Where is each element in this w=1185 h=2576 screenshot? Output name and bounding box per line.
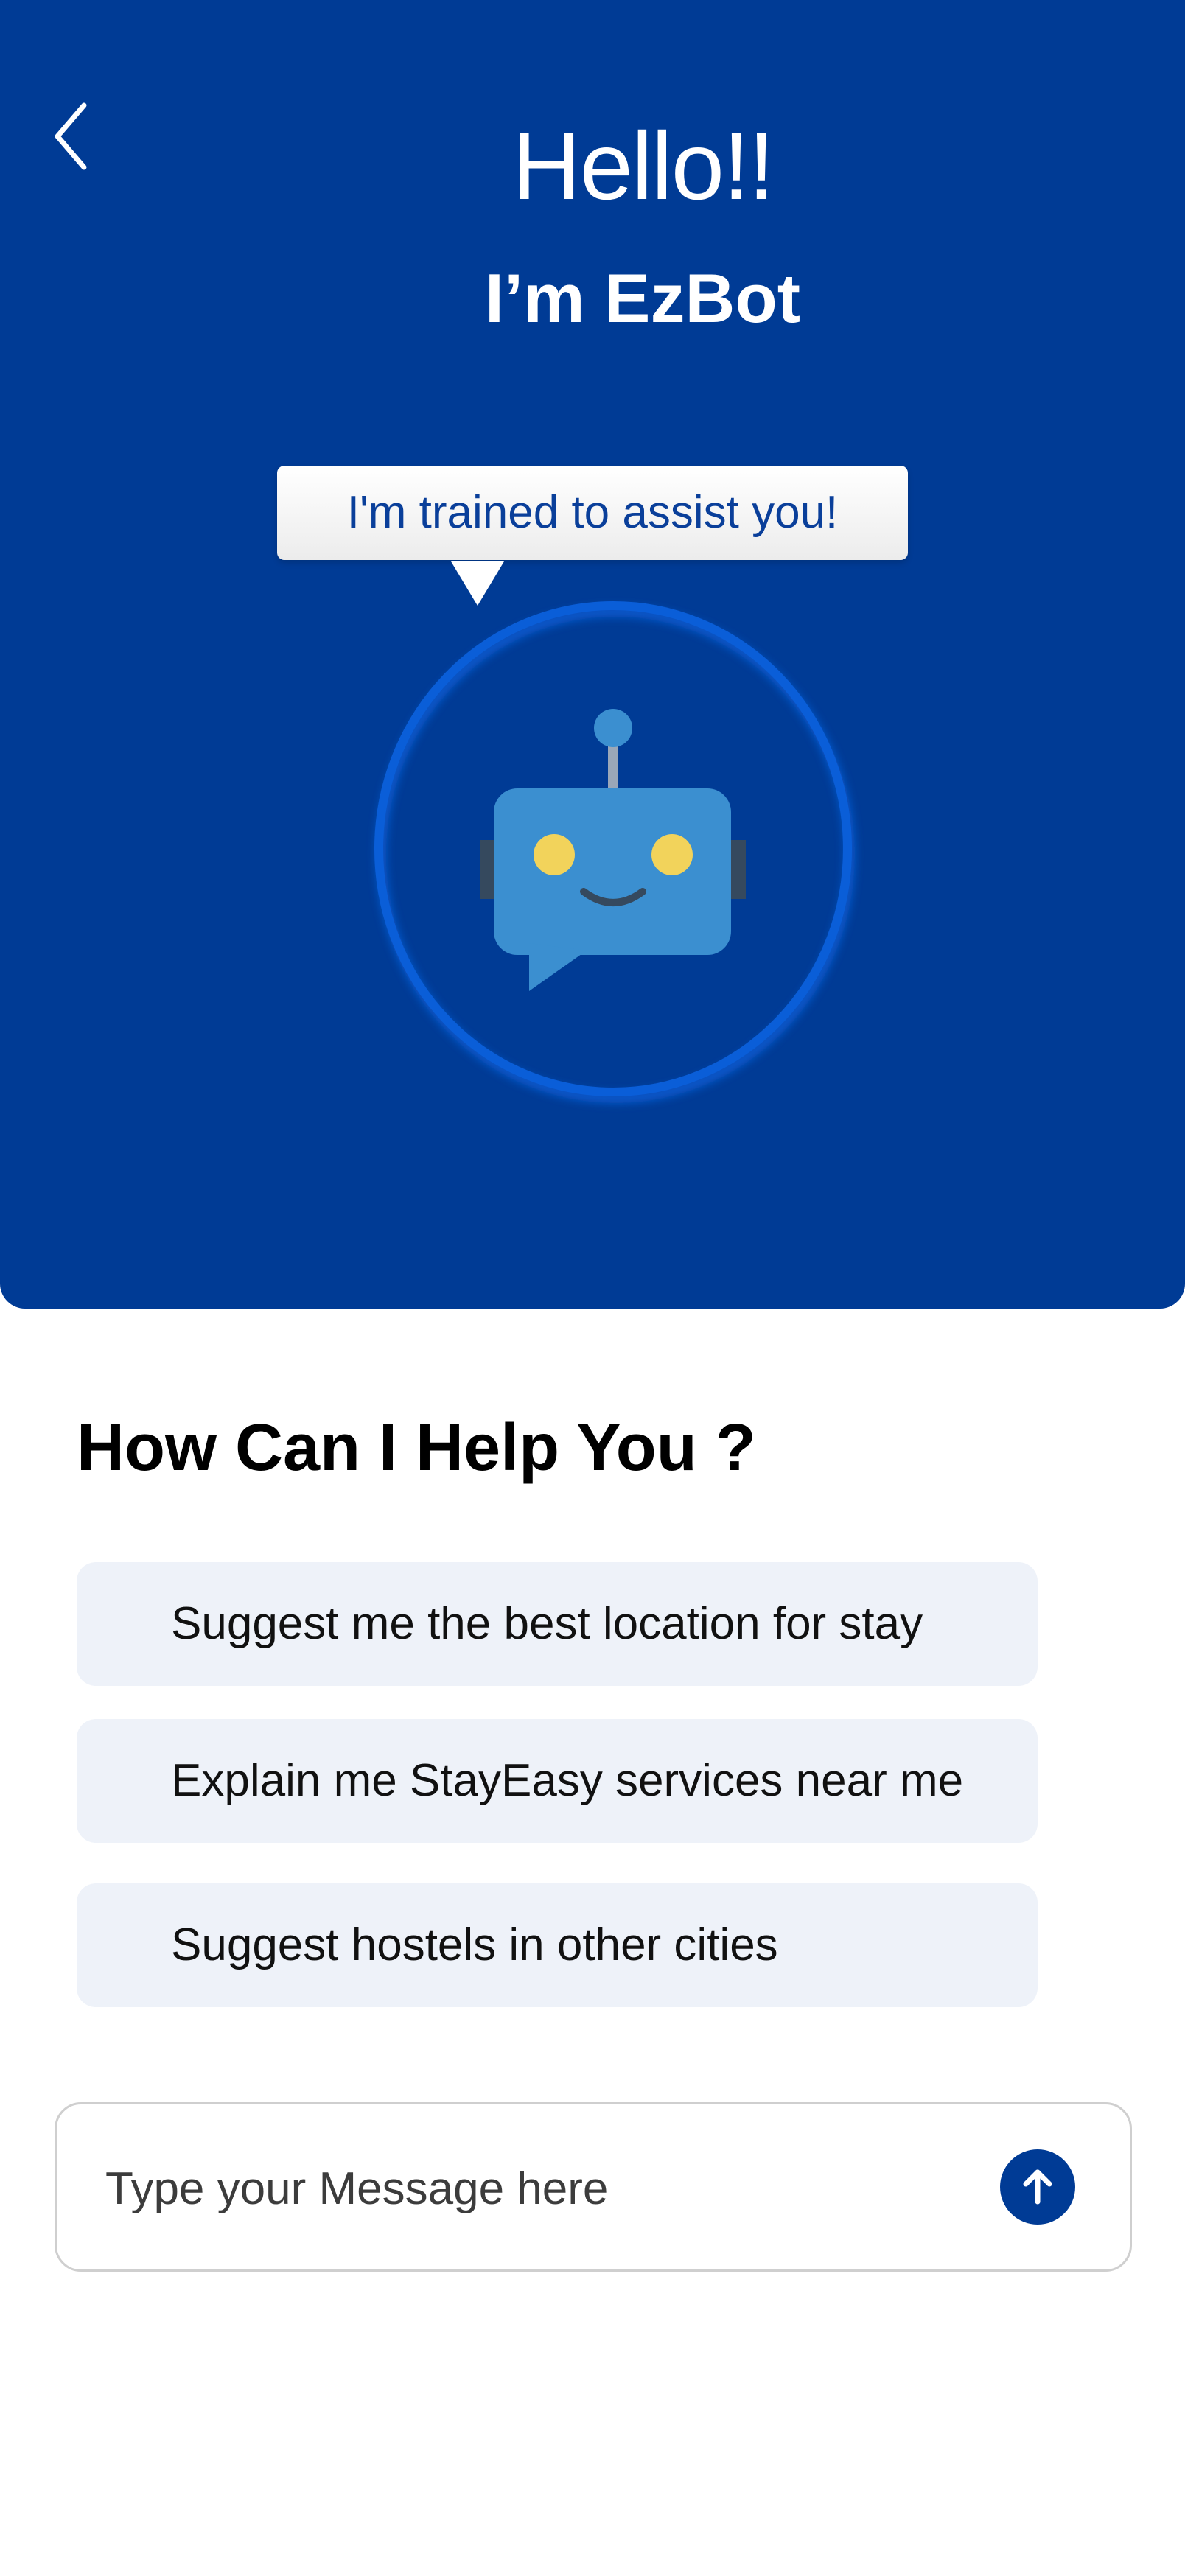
hero-header: Hello!! I’m EzBot I'm trained to assist … — [0, 0, 1185, 1309]
message-composer — [55, 2102, 1132, 2272]
bot-name-subtitle: I’m EzBot — [484, 259, 801, 337]
suggestion-chip-hostels-other-cities[interactable]: Suggest hostels in other cities — [77, 1883, 1038, 2007]
suggestion-chip-services-near-me[interactable]: Explain me StayEasy services near me — [77, 1719, 1038, 1843]
speech-bubble: I'm trained to assist you! — [277, 466, 908, 560]
suggestion-chip-best-location[interactable]: Suggest me the best location for stay — [77, 1562, 1038, 1686]
message-input[interactable] — [104, 2140, 991, 2237]
suggestion-chip-label: Suggest me the best location for stay — [171, 1598, 923, 1649]
send-button[interactable] — [1000, 2149, 1075, 2225]
suggestion-chip-label: Suggest hostels in other cities — [171, 1919, 778, 1970]
speech-bubble-text: I'm trained to assist you! — [346, 487, 839, 538]
help-heading: How Can I Help You ? — [77, 1411, 756, 1485]
chatbot-robot-icon — [374, 601, 855, 1103]
suggestion-chip-label: Explain me StayEasy services near me — [171, 1755, 964, 1806]
greeting-title: Hello!! — [511, 112, 775, 220]
chatbot-avatar — [361, 589, 870, 1120]
arrow-up-icon — [1023, 2169, 1052, 2205]
